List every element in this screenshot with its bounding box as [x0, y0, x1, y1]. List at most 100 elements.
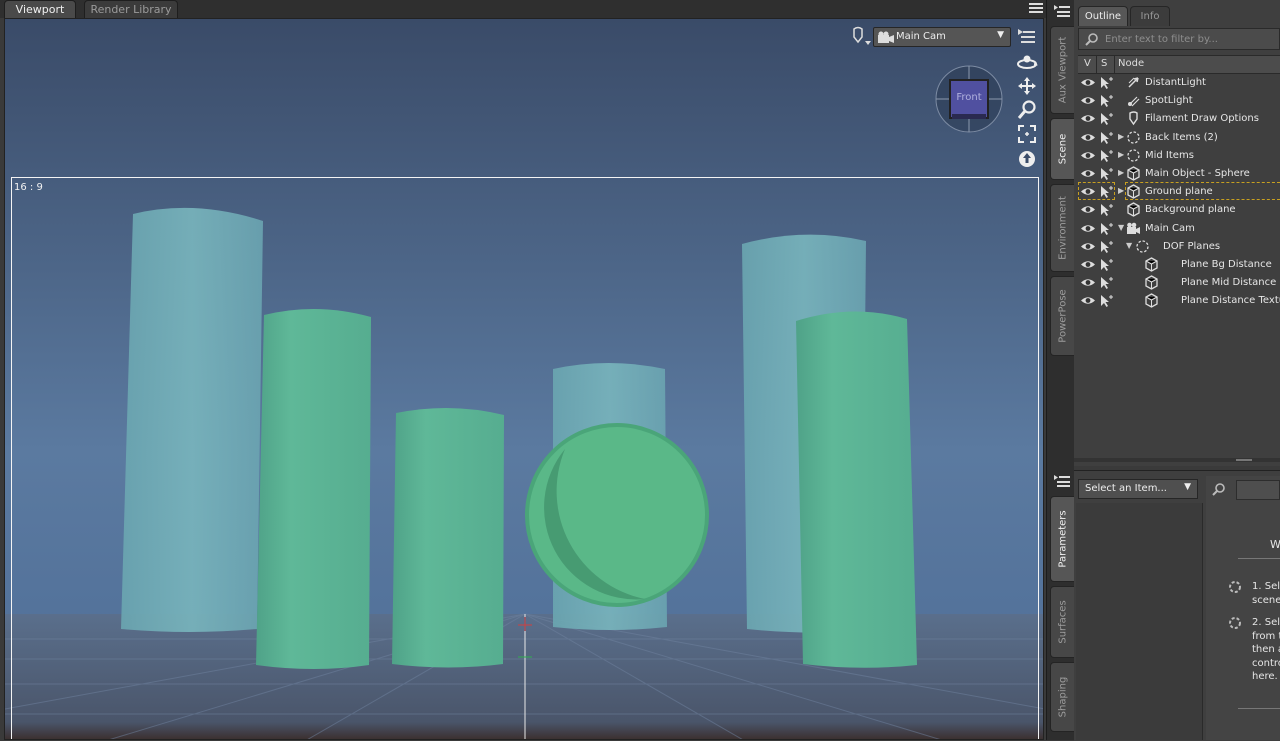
viewport-options-icon[interactable]: [1018, 28, 1036, 44]
node-label: Plane Distance Texture: [1181, 295, 1280, 307]
selectable-arrow-icon[interactable]: [1099, 149, 1114, 163]
parameter-groups[interactable]: [1076, 503, 1203, 740]
outline-row[interactable]: ▼ Main Cam: [1078, 220, 1280, 238]
object-icon: [1144, 275, 1159, 290]
node-label: DistantLight: [1145, 77, 1206, 88]
help-step-1: 1. Sel scene: [1252, 581, 1280, 606]
parameters-help-area: W 1. Selscene 2. Selfrom tthen acontrohe…: [1206, 476, 1280, 740]
view-pin-icon[interactable]: [848, 26, 872, 48]
object-icon: [1126, 202, 1141, 218]
selectable-arrow-icon[interactable]: [1099, 258, 1114, 272]
selectable-arrow-icon[interactable]: [1099, 112, 1114, 126]
pane-menu-icon[interactable]: [1029, 2, 1043, 14]
expand-arrow-icon[interactable]: ▶: [1118, 186, 1124, 195]
selectable-arrow-icon[interactable]: [1099, 76, 1114, 90]
tab-aux-viewport[interactable]: Aux Viewport: [1050, 26, 1074, 114]
camera-select[interactable]: Main Cam ▼: [873, 27, 1011, 47]
visibility-eye-icon[interactable]: [1080, 259, 1096, 270]
pane-menu-icon[interactable]: [1054, 474, 1070, 488]
selectable-arrow-icon[interactable]: [1099, 167, 1114, 181]
visibility-eye-icon[interactable]: [1080, 241, 1096, 252]
node-label: DOF Planes: [1163, 240, 1221, 252]
visibility-eye-icon[interactable]: [1080, 150, 1096, 161]
aspect-ratio-label: 16 : 9: [14, 182, 43, 193]
outline-row[interactable]: Plane Bg Distance: [1078, 256, 1280, 274]
selectable-arrow-icon[interactable]: [1099, 203, 1114, 217]
tab-parameters[interactable]: Parameters: [1050, 496, 1074, 582]
expand-arrow-icon[interactable]: ▶: [1118, 132, 1124, 141]
outline-row[interactable]: SpotLight: [1078, 92, 1280, 110]
search-icon[interactable]: [1212, 482, 1226, 499]
reset-view-icon[interactable]: [1016, 148, 1038, 168]
selectable-arrow-icon[interactable]: [1099, 276, 1114, 290]
tab-outline[interactable]: Outline: [1078, 6, 1128, 26]
visibility-eye-icon[interactable]: [1080, 113, 1096, 124]
visibility-eye-icon[interactable]: [1080, 277, 1096, 288]
spotlight-icon: [1126, 93, 1141, 108]
filter-field[interactable]: [1078, 28, 1280, 50]
outline-row[interactable]: ▶ Main Object - Sphere: [1078, 165, 1280, 183]
column-visible[interactable]: V: [1084, 58, 1091, 69]
visibility-eye-icon[interactable]: [1080, 223, 1096, 234]
outline-row[interactable]: DistantLight: [1078, 74, 1280, 92]
outline-row[interactable]: ▼ DOF Planes: [1078, 238, 1280, 256]
splitter-grip: [1236, 459, 1252, 461]
chevron-down-icon: ▼: [997, 30, 1004, 40]
tab-info[interactable]: Info: [1130, 6, 1170, 26]
node-label: Filament Draw Options: [1145, 113, 1259, 125]
zoom-icon[interactable]: [1016, 100, 1038, 120]
visibility-eye-icon[interactable]: [1080, 77, 1096, 88]
item-select[interactable]: Select an Item... ▼: [1078, 479, 1198, 499]
visibility-eye-icon[interactable]: [1080, 95, 1096, 106]
tab-viewport[interactable]: Viewport: [4, 0, 76, 18]
outline-row[interactable]: Background plane: [1078, 201, 1280, 219]
column-selectable[interactable]: S: [1101, 58, 1107, 69]
outline-row[interactable]: Plane Distance Texture: [1078, 292, 1280, 310]
tab-shaping[interactable]: Shaping: [1050, 662, 1074, 732]
outline-row[interactable]: ▶ Back Items (2): [1078, 129, 1280, 147]
pane-menu-icon[interactable]: [1054, 4, 1070, 18]
3d-viewport[interactable]: [4, 18, 1044, 740]
frame-icon[interactable]: [1016, 124, 1038, 144]
outline-row[interactable]: Plane Mid Distance: [1078, 274, 1280, 292]
selectable-arrow-icon[interactable]: [1099, 94, 1114, 108]
selection-outline: [1078, 182, 1115, 201]
selection-outline: [1125, 182, 1280, 201]
outline-row[interactable]: ▶ Ground plane: [1078, 182, 1280, 201]
view-cube[interactable]: Front: [934, 64, 1004, 134]
filter-input[interactable]: [1105, 31, 1275, 47]
tab-scene[interactable]: Scene: [1050, 118, 1074, 180]
camera-icon: [878, 31, 894, 47]
tab-label: Parameters: [1057, 510, 1068, 568]
tab-surfaces[interactable]: Surfaces: [1050, 586, 1074, 658]
collapse-arrow-icon[interactable]: ▼: [1126, 241, 1132, 250]
tab-label: Surfaces: [1057, 600, 1068, 644]
outline-row[interactable]: Filament Draw Options: [1078, 110, 1280, 128]
selectable-arrow-icon[interactable]: [1099, 240, 1114, 254]
tab-environment[interactable]: Environment: [1050, 184, 1074, 272]
help-step-2: 2. Selfrom tthen acontrohere.: [1252, 617, 1280, 682]
visibility-eye-icon[interactable]: [1080, 204, 1096, 215]
expand-arrow-icon[interactable]: ▶: [1118, 168, 1124, 177]
outline-row[interactable]: ▶ Mid Items: [1078, 147, 1280, 165]
selectable-arrow-icon[interactable]: [1099, 294, 1114, 308]
node-label: Plane Mid Distance: [1181, 277, 1277, 289]
column-node[interactable]: Node: [1118, 58, 1144, 69]
pan-icon[interactable]: [1016, 76, 1038, 96]
orbit-icon[interactable]: [1016, 52, 1038, 72]
visibility-eye-icon[interactable]: [1080, 168, 1096, 179]
visibility-eye-icon[interactable]: [1080, 295, 1096, 306]
tab-render-library[interactable]: Render Library: [84, 0, 178, 18]
tab-label: Aux Viewport: [1057, 36, 1068, 104]
selectable-arrow-icon[interactable]: [1099, 222, 1114, 236]
node-label: Background plane: [1145, 204, 1236, 216]
object-icon: [1144, 293, 1159, 309]
selectable-arrow-icon[interactable]: [1099, 131, 1114, 145]
expand-arrow-icon[interactable]: ▶: [1118, 150, 1124, 159]
node-label: Main Cam: [1145, 222, 1195, 234]
tab-powerpose[interactable]: PowerPose: [1050, 276, 1074, 356]
item-select-label: Select an Item...: [1085, 483, 1167, 494]
parameter-filter[interactable]: [1236, 480, 1280, 500]
collapse-arrow-icon[interactable]: ▼: [1118, 223, 1124, 232]
visibility-eye-icon[interactable]: [1080, 132, 1096, 143]
